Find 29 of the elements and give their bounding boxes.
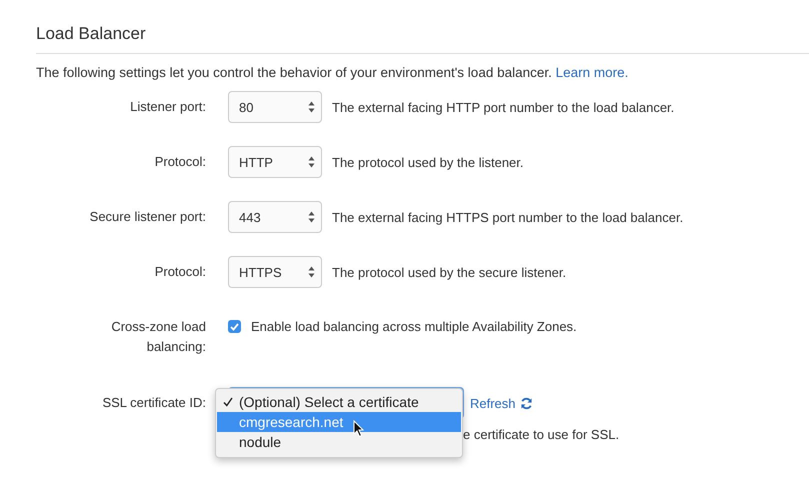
refresh-icon[interactable] bbox=[520, 396, 533, 410]
select-field[interactable]: HTTP bbox=[228, 146, 322, 178]
help-text: e certificate to use for SSL. bbox=[463, 427, 620, 442]
field-label: SSL certificate ID: bbox=[102, 394, 206, 412]
learn-more-link[interactable]: Learn more. bbox=[556, 65, 628, 80]
refresh-link[interactable]: Refresh bbox=[470, 396, 516, 410]
select-field[interactable]: HTTPS bbox=[228, 256, 322, 288]
menu-option[interactable]: (Optional) Select a certificate bbox=[217, 392, 461, 412]
field-label: Secure listener port: bbox=[90, 208, 206, 226]
section-description: The following settings let you control the behavior of your environment's load balancer. Learn more. bbox=[36, 64, 630, 82]
help-text: The external facing HTTPS port number to the load balancer. bbox=[332, 210, 684, 224]
field-label: Cross-zone load balancing: bbox=[110, 318, 206, 356]
checkbox-label: Enable load balancing across multiple Availability Zones. bbox=[251, 318, 577, 336]
stepper-icon bbox=[308, 156, 315, 168]
section-title: Load Balancer bbox=[36, 23, 147, 45]
checkbox[interactable] bbox=[228, 320, 241, 333]
help-text: The external facing HTTP port number to the load balancer. bbox=[332, 100, 674, 114]
stepper-icon bbox=[308, 211, 315, 223]
field-label: Protocol: bbox=[154, 263, 206, 281]
field-label: Protocol: bbox=[154, 153, 206, 171]
field-label: Listener port: bbox=[130, 98, 206, 116]
select-field[interactable]: 443 bbox=[228, 201, 322, 233]
menu-option[interactable]: nodule bbox=[217, 432, 461, 452]
help-text: The protocol used by the secure listener. bbox=[332, 264, 566, 280]
help-text: The protocol used by the listener. bbox=[332, 154, 524, 170]
stepper-icon bbox=[308, 266, 315, 278]
cursor-icon bbox=[353, 420, 365, 438]
stepper-icon bbox=[308, 101, 315, 113]
select-field[interactable]: 80 bbox=[228, 91, 322, 123]
